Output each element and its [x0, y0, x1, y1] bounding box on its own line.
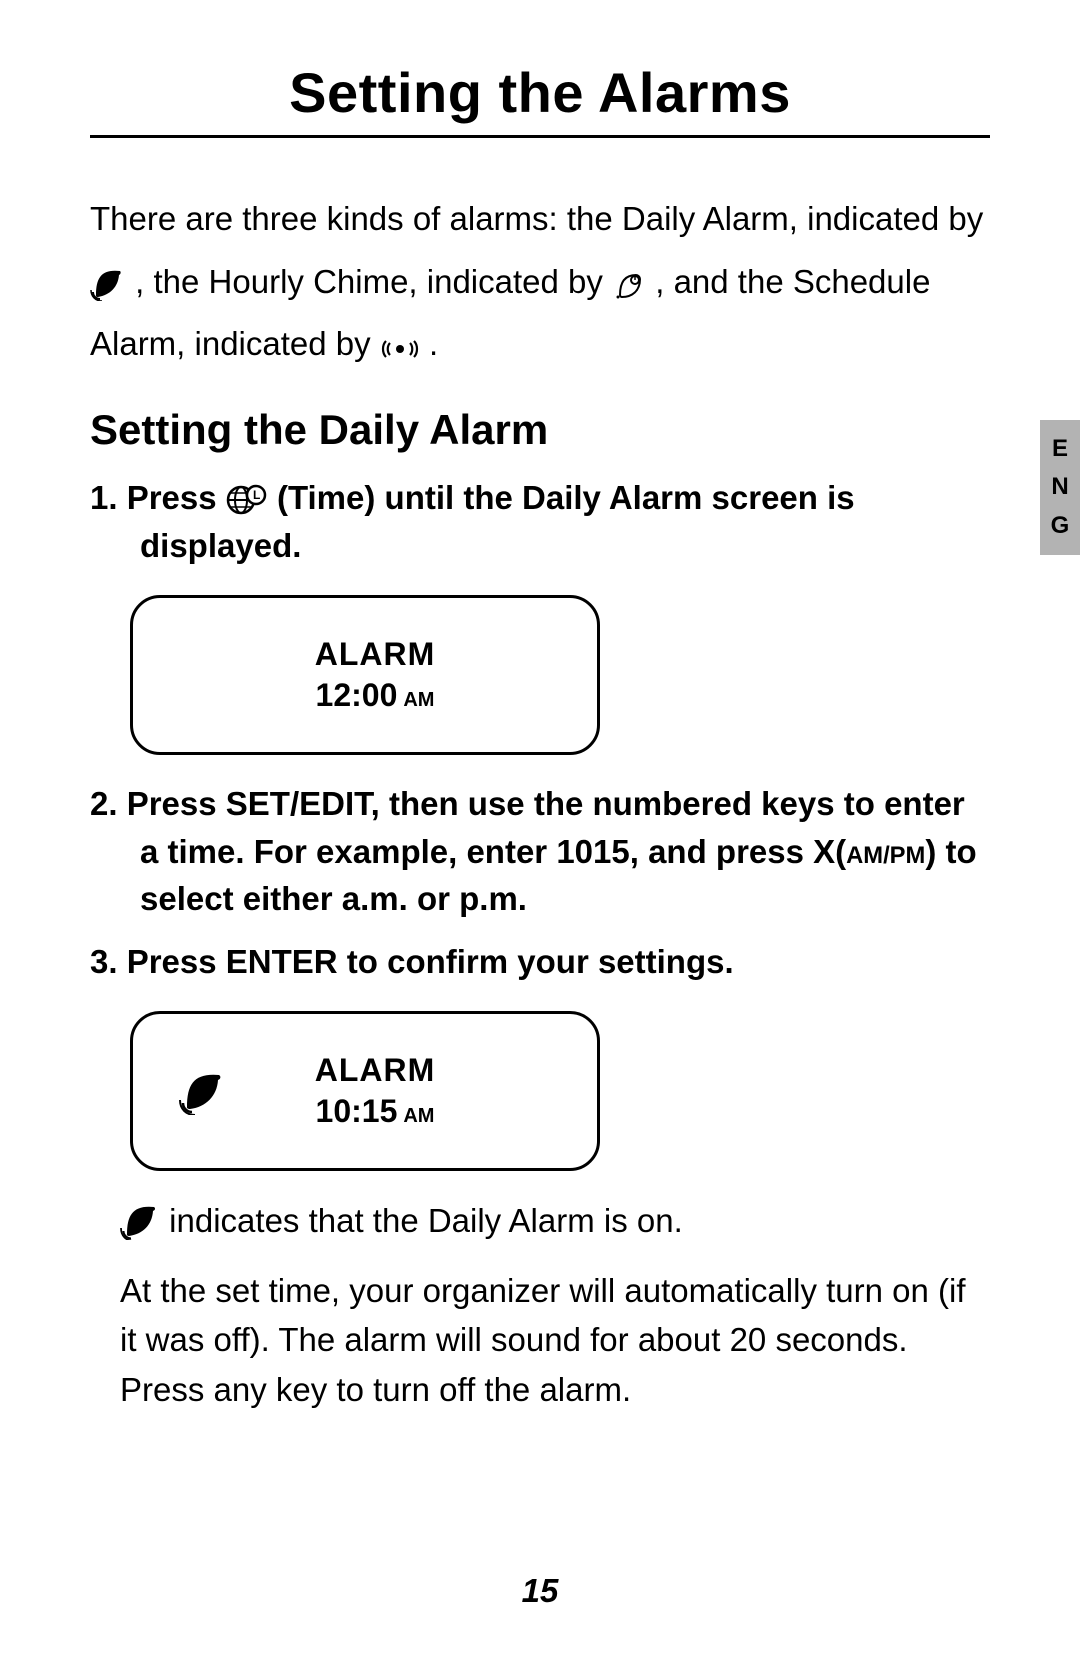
intro-text-1: There are three kinds of alarms: the Dai…: [90, 200, 983, 237]
step-1: 1. Press L (Time) until the Daily Alarm …: [90, 474, 990, 570]
step-2-part1: 2. Press SET/EDIT, then use the numbered…: [90, 785, 965, 870]
alarm-on-note: indicates that the Daily Alarm is on.: [120, 1196, 990, 1246]
language-tab-n: N: [1051, 468, 1068, 506]
chime-icon: [612, 267, 646, 301]
step-3: 3. Press ENTER to confirm your settings.: [90, 938, 990, 986]
lcd-2-ampm: AM: [403, 1105, 434, 1128]
lcd-1-text: ALARM 12:00 AM: [238, 636, 512, 714]
schedule-alarm-icon: [380, 335, 420, 363]
page-number: 15: [0, 1572, 1080, 1610]
lcd-display-2: ALARM 10:15 AM: [130, 1011, 600, 1171]
lcd-2-label: ALARM: [315, 1052, 436, 1089]
body-paragraph: At the set time, your organizer will aut…: [120, 1266, 990, 1415]
lcd-display-1: ALARM 12:00 AM: [130, 595, 600, 755]
step-1-prefix: 1. Press: [90, 479, 226, 516]
bell-icon: [120, 1200, 160, 1240]
intro-text-4: .: [429, 325, 438, 362]
step-2-ampm: AM/PM: [846, 842, 925, 869]
lcd-1-ampm: AM: [403, 689, 434, 712]
lcd-1-label: ALARM: [315, 636, 436, 673]
lcd-2-text: ALARM 10:15 AM: [238, 1052, 512, 1130]
language-tab-g: G: [1051, 507, 1070, 545]
manual-page: Setting the Alarms There are three kinds…: [0, 0, 1080, 1660]
lcd-1-time-row: 12:00 AM: [316, 677, 435, 714]
language-tab-e: E: [1052, 430, 1068, 468]
step-1-time-label: (Time): [277, 479, 375, 516]
intro-text-2: , the Hourly Chime, indicated by: [135, 263, 612, 300]
bell-icon: [179, 1067, 227, 1115]
lcd-2-icon-slot: [168, 1067, 238, 1115]
language-tab: E N G: [1040, 420, 1080, 555]
bell-icon: [90, 265, 126, 301]
lcd-2-time-row: 10:15 AM: [316, 1093, 435, 1130]
svg-text:L: L: [253, 488, 260, 502]
lcd-1-time: 12:00: [316, 677, 398, 714]
section-subheading: Setting the Daily Alarm: [90, 406, 990, 454]
alarm-on-note-text: indicates that the Daily Alarm is on.: [169, 1202, 683, 1239]
globe-clock-icon: L: [226, 483, 268, 517]
step-2: 2. Press SET/EDIT, then use the numbered…: [90, 780, 990, 924]
page-title: Setting the Alarms: [90, 60, 990, 138]
intro-paragraph: There are three kinds of alarms: the Dai…: [90, 188, 990, 376]
lcd-2-time: 10:15: [316, 1093, 398, 1130]
